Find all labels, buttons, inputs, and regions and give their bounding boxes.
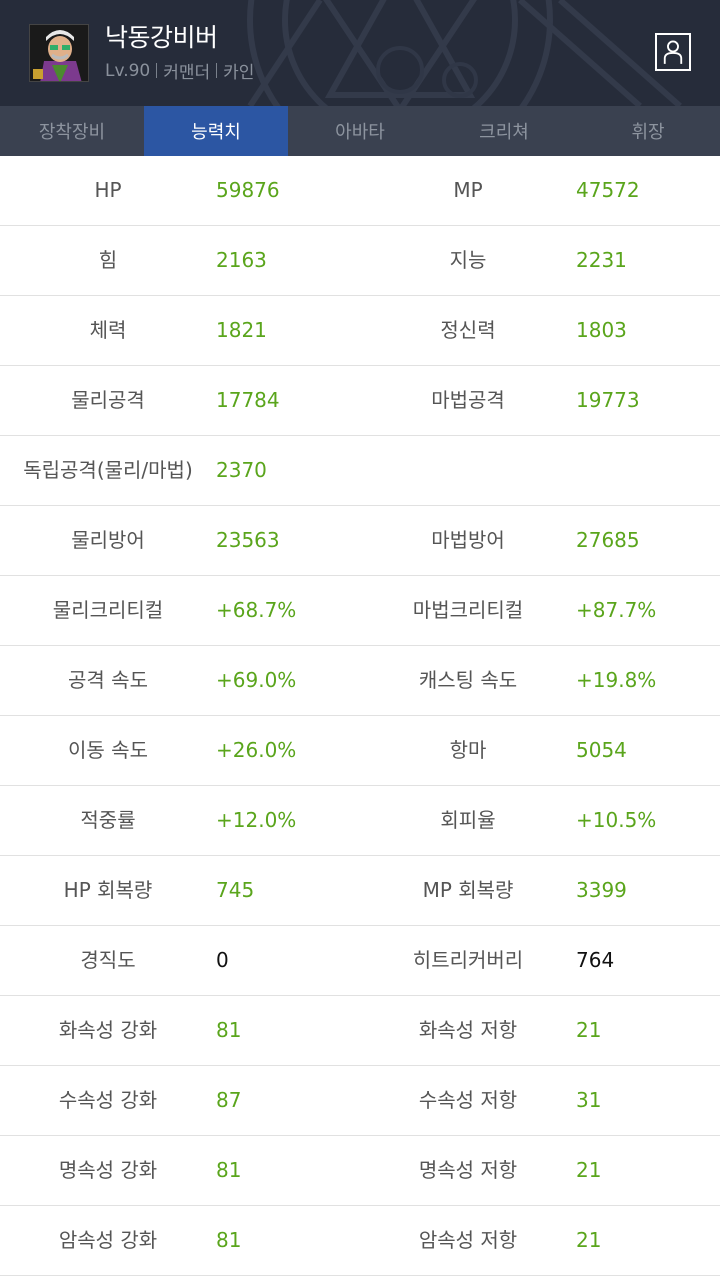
stat-value: 47572	[576, 178, 640, 202]
stat-value: 3399	[576, 878, 627, 902]
stat-row: 체력 1821 정신력 1803	[0, 296, 720, 366]
stat-row: HP 59876 MP 47572	[0, 156, 720, 226]
stat-value: +19.8%	[576, 668, 657, 692]
stat-label: 독립공격(물리/마법)	[23, 458, 193, 482]
character-name: 낙동강비버	[105, 23, 218, 52]
stat-row: 경직도 0 히트리커버리 764	[0, 926, 720, 996]
stat-value: 1803	[576, 318, 627, 342]
stat-value: +69.0%	[216, 668, 297, 692]
stat-label: 물리크리티컬	[52, 598, 164, 622]
stat-value: 87	[216, 1088, 242, 1112]
profile-button[interactable]	[655, 33, 691, 71]
stat-row: 물리공격 17784 마법공격 19773	[0, 366, 720, 436]
stat-label: 이동 속도	[68, 738, 148, 762]
tab-creature[interactable]: 크리쳐	[432, 106, 576, 156]
stat-label: 물리공격	[71, 388, 145, 412]
stat-label: 힘	[98, 248, 118, 272]
stat-value: 81	[216, 1228, 242, 1252]
tab-equipment[interactable]: 장착장비	[0, 106, 144, 156]
stat-row: 암속성 강화 81 암속성 저항 21	[0, 1206, 720, 1276]
stat-label: 물리방어	[71, 528, 145, 552]
stat-row: 수속성 강화 87 수속성 저항 31	[0, 1066, 720, 1136]
tab-avatar[interactable]: 아바타	[288, 106, 432, 156]
stat-label: HP 회복량	[63, 878, 153, 902]
stat-value: 59876	[216, 178, 280, 202]
character-avatar[interactable]	[29, 24, 89, 82]
stat-row: 물리방어 23563 마법방어 27685	[0, 506, 720, 576]
stat-label	[360, 436, 576, 506]
stat-label: 정신력	[440, 318, 496, 342]
stat-row: HP 회복량 745 MP 회복량 3399	[0, 856, 720, 926]
stat-value: 2231	[576, 248, 627, 272]
stat-value: 745	[216, 878, 255, 902]
stat-value: 2163	[216, 248, 267, 272]
stat-label: 항마	[449, 738, 487, 762]
stat-label: 경직도	[80, 948, 136, 972]
stat-label: 화속성 강화	[58, 1018, 158, 1042]
stat-value: 31	[576, 1088, 602, 1112]
stat-value: 1821	[216, 318, 267, 342]
stat-row: 독립공격(물리/마법) 2370	[0, 436, 720, 506]
stat-label: MP 회복량	[422, 878, 514, 902]
character-level: Lv.90	[105, 60, 151, 81]
character-portrait-icon	[30, 25, 88, 81]
stat-value: 0	[216, 948, 229, 972]
stat-label: 화속성 저항	[418, 1018, 518, 1042]
character-header: 낙동강비버 Lv.90 커맨더 카인	[0, 0, 720, 106]
stat-value: +68.7%	[216, 598, 297, 622]
stat-value: +10.5%	[576, 808, 657, 832]
stat-row: 힘 2163 지능 2231	[0, 226, 720, 296]
stat-label: 수속성 강화	[58, 1088, 158, 1112]
tab-stats[interactable]: 능력치	[144, 106, 288, 156]
tab-bar: 장착장비 능력치 아바타 크리쳐 휘장	[0, 106, 720, 156]
tab-insignia[interactable]: 휘장	[576, 106, 720, 156]
stat-value: 81	[216, 1018, 242, 1042]
stat-row: 이동 속도 +26.0% 항마 5054	[0, 716, 720, 786]
stat-value: 27685	[576, 528, 640, 552]
meta-divider	[156, 63, 158, 78]
stat-label: 캐스팅 속도	[418, 668, 518, 692]
stats-table: HP 59876 MP 47572 힘 2163 지능 2231 체력 1821 정신력 1803 물리…	[0, 156, 720, 1276]
stat-value: 23563	[216, 528, 280, 552]
stat-value: 17784	[216, 388, 280, 412]
stat-value: 81	[216, 1158, 242, 1182]
stat-value: 5054	[576, 738, 627, 762]
stat-value: 21	[576, 1158, 602, 1182]
stat-row: 공격 속도 +69.0% 캐스팅 속도 +19.8%	[0, 646, 720, 716]
stat-value: 19773	[576, 388, 640, 412]
stat-label: HP	[94, 178, 122, 202]
stat-label: 마법크리티컬	[412, 598, 524, 622]
person-icon	[663, 40, 683, 64]
character-job: 커맨더	[163, 63, 211, 83]
stat-label: 마법공격	[431, 388, 505, 412]
stat-value: 2370	[216, 458, 267, 482]
stat-label: 체력	[89, 318, 127, 342]
stat-label: 명속성 강화	[58, 1158, 158, 1182]
stat-label: MP	[453, 178, 483, 202]
stat-value: 764	[576, 948, 615, 972]
stat-value: +87.7%	[576, 598, 657, 622]
stat-label: 명속성 저항	[418, 1158, 518, 1182]
stat-label: 지능	[449, 248, 487, 272]
character-server: 카인	[223, 63, 255, 83]
stat-value: 21	[576, 1018, 602, 1042]
stat-row: 적중률 +12.0% 회피율 +10.5%	[0, 786, 720, 856]
stat-label: 공격 속도	[68, 668, 148, 692]
stat-row: 명속성 강화 81 명속성 저항 21	[0, 1136, 720, 1206]
stat-label: 회피율	[440, 808, 496, 832]
meta-divider	[216, 63, 218, 78]
stat-label: 수속성 저항	[418, 1088, 518, 1112]
stat-value: 21	[576, 1228, 602, 1252]
stat-row: 화속성 강화 81 화속성 저항 21	[0, 996, 720, 1066]
character-meta: Lv.90 커맨더 카인	[105, 58, 255, 84]
stat-label: 적중률	[80, 808, 136, 832]
stat-label: 암속성 강화	[58, 1228, 158, 1252]
stat-value: +26.0%	[216, 738, 297, 762]
stat-label: 마법방어	[431, 528, 505, 552]
stat-label: 암속성 저항	[418, 1228, 518, 1252]
stat-value: +12.0%	[216, 808, 297, 832]
stat-row: 물리크리티컬 +68.7% 마법크리티컬 +87.7%	[0, 576, 720, 646]
stat-label: 히트리커버리	[412, 948, 524, 972]
